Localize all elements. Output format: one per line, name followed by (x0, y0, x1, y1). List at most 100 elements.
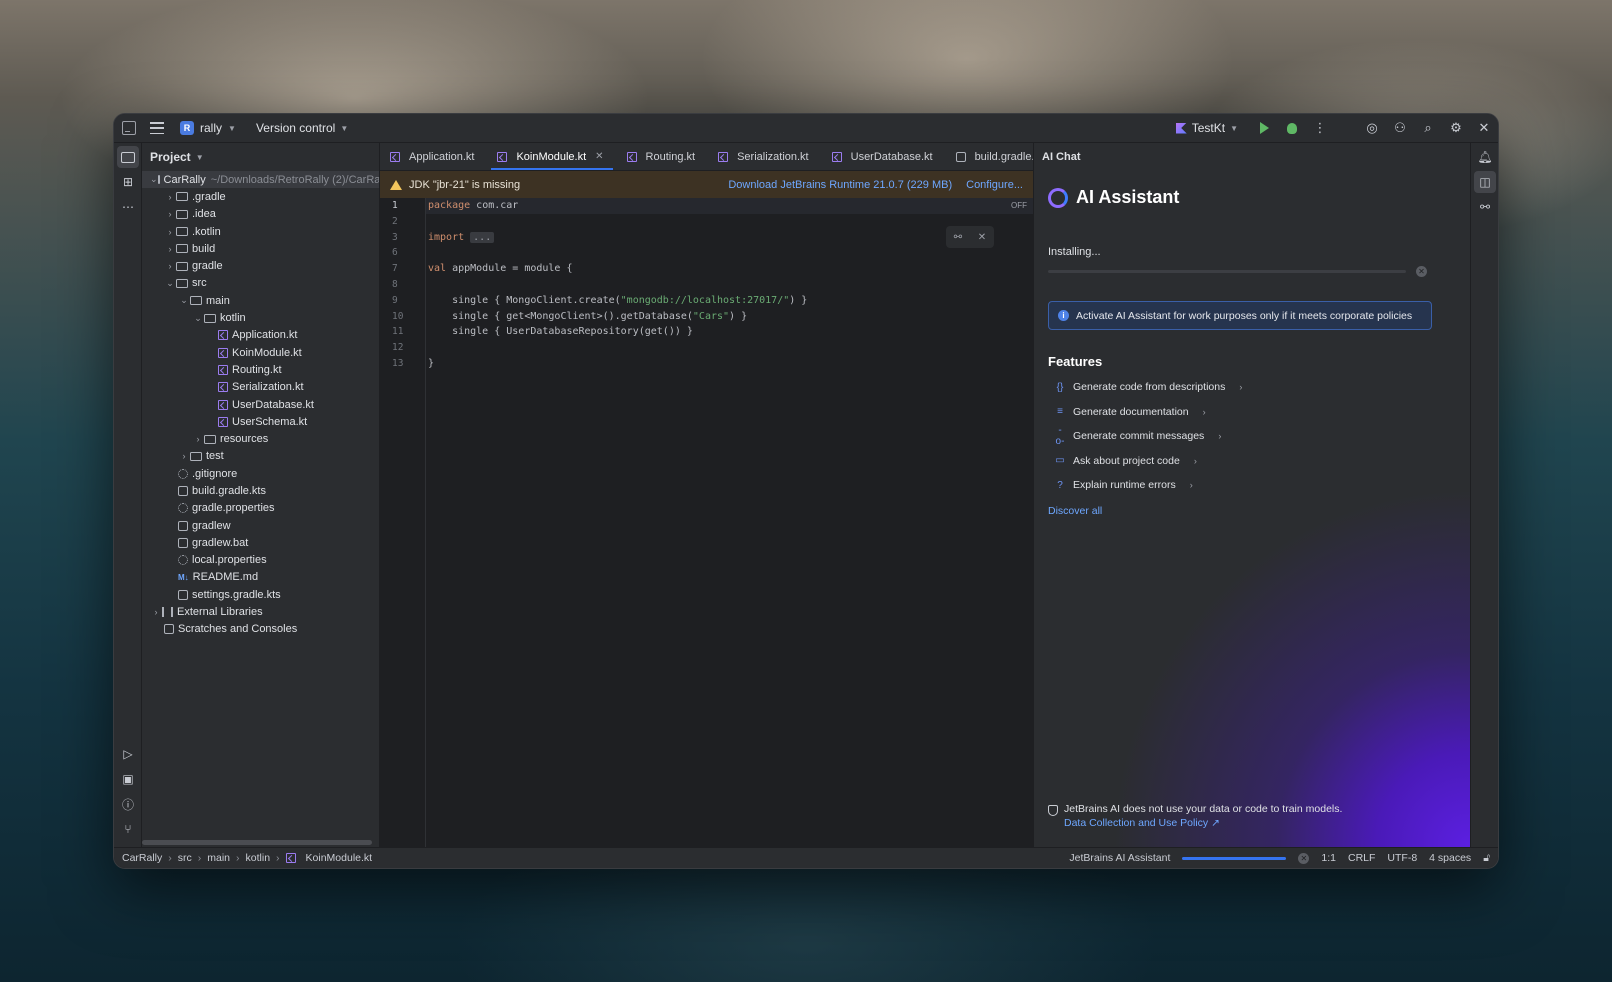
terminal-tool-button[interactable]: ▣ (117, 768, 139, 790)
tree-row[interactable]: UserSchema.kt (142, 413, 379, 430)
chevron-right-icon: › (1239, 382, 1243, 393)
folded-imports[interactable]: ... (470, 231, 495, 243)
tree-row[interactable]: Serialization.kt (142, 379, 379, 396)
tree-row[interactable]: Scratches and Consoles (142, 621, 379, 638)
read-only-lock-icon[interactable]: 🔓︎ (1483, 852, 1490, 865)
tree-row[interactable]: › .kotlin (142, 223, 379, 240)
tab-routing[interactable]: Routing.kt (617, 143, 709, 170)
folder-icon (176, 278, 188, 288)
line-separator[interactable]: CRLF (1348, 852, 1375, 864)
breadcrumb-item[interactable]: KoinModule.kt (306, 852, 373, 864)
breadcrumb-item[interactable]: kotlin (246, 852, 271, 864)
problems-tool-button[interactable]: ⓘ (117, 793, 139, 815)
cancel-install-icon[interactable]: ✕ (1416, 266, 1427, 277)
feature-generate-code[interactable]: {} Generate code from descriptions › (1034, 375, 1471, 400)
ai-chat-tool-button[interactable]: ◫ (1474, 171, 1496, 193)
ai-spiral-icon: ◎ (1366, 120, 1378, 135)
git-tool-button[interactable]: ⑂ (117, 818, 139, 840)
run-button[interactable] (1250, 114, 1278, 142)
chevron-right-icon: › (168, 852, 172, 864)
inspection-off-badge[interactable]: OFF (1011, 201, 1027, 210)
tab-application[interactable]: Application.kt (380, 143, 487, 170)
more-tools-button[interactable]: ⋯ (117, 196, 139, 218)
vcs-menu[interactable]: Version control ▼ (256, 121, 348, 135)
ai-button[interactable]: ◎ (1358, 114, 1386, 142)
project-tool-button[interactable] (117, 146, 139, 168)
tree-row[interactable]: › test (142, 448, 379, 465)
indent-setting[interactable]: 4 spaces (1429, 852, 1471, 864)
tree-label: kotlin (220, 312, 246, 325)
more-actions-button[interactable]: ⋮ (1306, 114, 1334, 142)
feature-explain-errors[interactable]: ? Explain runtime errors › (1034, 473, 1471, 498)
tree-row[interactable]: › build (142, 240, 379, 257)
tree-row[interactable]: › .idea (142, 206, 379, 223)
project-switcher[interactable]: R rally ▼ (180, 121, 236, 135)
search-button[interactable]: ⌕ (1414, 114, 1442, 142)
cancel-task-icon[interactable]: ✕ (1298, 852, 1310, 864)
tree-row[interactable]: › gradle (142, 257, 379, 274)
download-jbr-link[interactable]: Download JetBrains Runtime 21.0.7 (229 M… (728, 179, 952, 191)
tab-serialization[interactable]: Serialization.kt (708, 143, 822, 170)
tree-row[interactable]: gradle.properties (142, 500, 379, 517)
project-panel-header[interactable]: Project ▼ (142, 143, 379, 171)
tree-row[interactable]: ⌄ main (142, 292, 379, 309)
feature-commit-messages[interactable]: -o- Generate commit messages › (1034, 424, 1471, 449)
ai-action-icon[interactable]: ⚯ (954, 232, 962, 243)
tree-row[interactable]: gradlew (142, 517, 379, 534)
tree-row[interactable]: settings.gradle.kts (142, 586, 379, 603)
tree-row[interactable]: Application.kt (142, 327, 379, 344)
main-menu-icon[interactable] (150, 122, 164, 134)
services-tool-button[interactable]: ▷ (117, 743, 139, 765)
tree-row[interactable]: UserDatabase.kt (142, 396, 379, 413)
notifications-button[interactable]: 🔔︎ (1474, 146, 1496, 168)
close-icon[interactable]: ✕ (595, 151, 603, 162)
properties-file-icon (178, 503, 188, 514)
tree-row[interactable]: › External Libraries (142, 603, 379, 620)
tree-row[interactable]: M↓ README.md (142, 569, 379, 586)
breadcrumb-item[interactable]: CarRally (122, 852, 162, 864)
breadcrumb-item[interactable]: main (207, 852, 230, 864)
tree-row[interactable]: ⌄ src (142, 275, 379, 292)
code-with-me-button[interactable]: ⚇ (1386, 114, 1414, 142)
tree-label: .gradle (192, 190, 226, 203)
ai-tools-button[interactable]: ⚯ (1474, 196, 1496, 218)
properties-file-icon (178, 555, 188, 566)
tree-row-root[interactable]: ⌄ CarRally ~/Downloads/RetroRally (2)/Ca… (142, 171, 379, 189)
code-editor[interactable]: 1 2 3 6 7 8 9 10 11 12 13 package com.ca… (380, 198, 1033, 847)
tree-row[interactable]: › resources (142, 430, 379, 447)
tree-row[interactable]: KoinModule.kt (142, 344, 379, 361)
debug-button[interactable] (1278, 114, 1306, 142)
configure-link[interactable]: Configure... (966, 179, 1023, 191)
background-task-label[interactable]: JetBrains AI Assistant (1069, 852, 1170, 864)
tree-row[interactable]: build.gradle.kts (142, 482, 379, 499)
ai-assistant-logo-icon (1048, 187, 1068, 208)
file-encoding[interactable]: UTF-8 (1387, 852, 1417, 864)
close-icon[interactable]: ✕ (978, 232, 986, 243)
kotlin-file-icon (218, 399, 228, 410)
tree-row[interactable]: ⌄ kotlin (142, 309, 379, 326)
horizontal-scrollbar[interactable] (142, 840, 372, 845)
run-config-selector[interactable]: TestKt ▼ (1175, 121, 1238, 135)
collapsed-arrow-icon: › (168, 226, 172, 237)
discover-all-link[interactable]: Discover all (1034, 498, 1471, 517)
tree-row[interactable]: local.properties (142, 552, 379, 569)
structure-tool-button[interactable]: ⊞ (117, 171, 139, 193)
breadcrumb: CarRally › src › main › kotlin › KoinModule.… (122, 852, 372, 864)
tree-row[interactable]: › .gradle (142, 188, 379, 205)
tree-row[interactable]: gradlew.bat (142, 534, 379, 551)
tab-userdatabase[interactable]: UserDatabase.kt (822, 143, 946, 170)
settings-button[interactable]: ⚙ (1442, 114, 1470, 142)
caret-position[interactable]: 1:1 (1321, 852, 1336, 864)
tree-row[interactable]: Routing.kt (142, 361, 379, 378)
breadcrumb-item[interactable]: src (178, 852, 192, 864)
play-icon (1259, 122, 1269, 134)
tab-koinmodule[interactable]: KoinModule.kt ✕ (487, 143, 616, 170)
privacy-policy-link[interactable]: Data Collection and Use Policy ↗ (1064, 817, 1342, 829)
tree-row[interactable]: .gitignore (142, 465, 379, 482)
tree-label: gradle (192, 260, 223, 273)
line-number: 6 (392, 247, 398, 259)
feature-generate-docs[interactable]: ≡ Generate documentation › (1034, 400, 1471, 425)
feature-ask-project[interactable]: ▭ Ask about project code › (1034, 449, 1471, 474)
close-window-button[interactable]: ✕ (1470, 114, 1498, 142)
project-tree: ⌄ CarRally ~/Downloads/RetroRally (2)/Ca… (142, 171, 379, 638)
